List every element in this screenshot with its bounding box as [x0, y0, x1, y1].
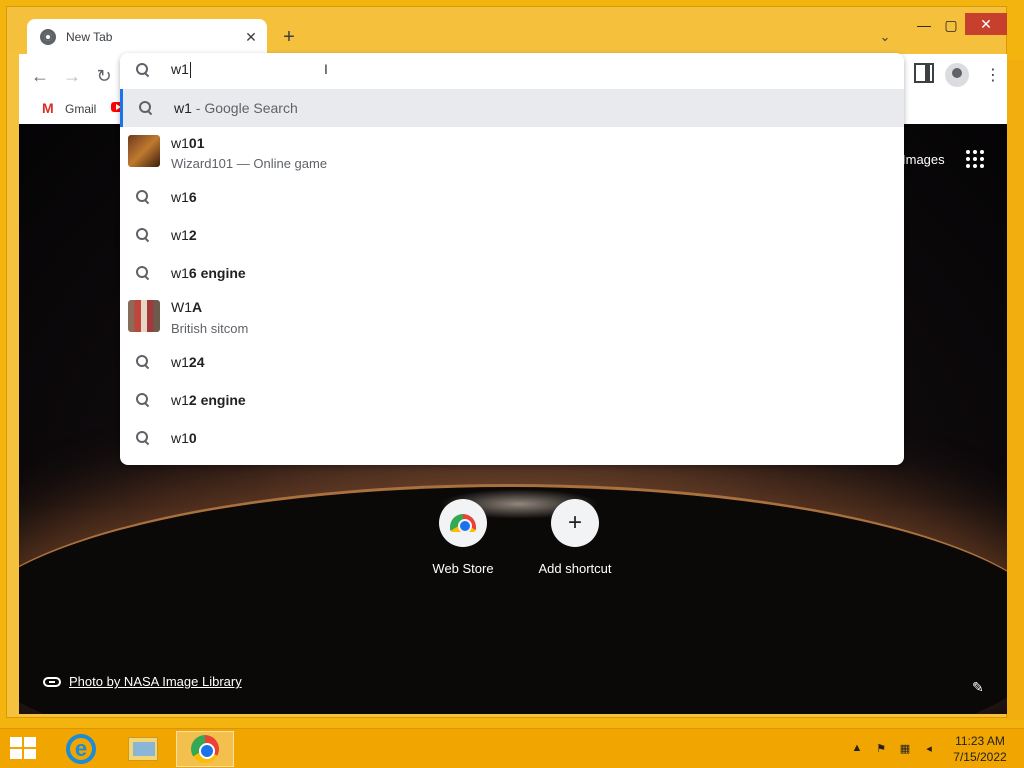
show-hidden-icons-icon[interactable]: ▲: [850, 741, 864, 755]
close-icon[interactable]: ✕: [241, 27, 261, 47]
search-icon: [136, 355, 150, 369]
plus-icon: +: [567, 509, 582, 536]
desktop-edge: [1006, 60, 1024, 720]
taskbar-clock[interactable]: 11:23 AM 7/15/2022: [944, 733, 1016, 765]
suggestion-text: W1A: [171, 299, 203, 315]
search-icon: [136, 63, 150, 77]
search-icon: [136, 266, 150, 280]
tab-new-tab[interactable]: New Tab ✕: [27, 19, 267, 55]
images-link[interactable]: Images: [902, 152, 945, 167]
network-icon[interactable]: ▦: [898, 741, 912, 755]
suggestion-row[interactable]: w10: [120, 419, 904, 457]
omnibox-input[interactable]: w1: [171, 61, 191, 79]
text-cursor-icon: I: [324, 61, 328, 77]
suggestion-text: w101: [171, 135, 205, 151]
suggestion-text: w12 engine: [171, 392, 246, 408]
apps-grid-icon[interactable]: [966, 150, 984, 168]
photo-credit-text: Photo by NASA Image Library: [69, 674, 242, 689]
customize-pencil-icon[interactable]: ✎: [972, 679, 984, 696]
chrome-favicon-icon: [40, 29, 56, 45]
web-store-icon: [450, 514, 476, 533]
w1a-thumbnail: [128, 300, 160, 332]
suggestion-text: w1 - Google Search: [174, 100, 298, 116]
chrome-icon: [191, 735, 219, 763]
shortcut-tile: [439, 499, 487, 547]
windows-start-icon[interactable]: [10, 737, 38, 761]
title-bar: New Tab ✕ + ⌄ — ▢ ✕: [7, 7, 1007, 55]
shortcut-web-store[interactable]: Web Store: [418, 499, 508, 576]
shortcut-add[interactable]: + Add shortcut: [530, 499, 620, 576]
suggestion-row[interactable]: w16 engine: [120, 254, 904, 292]
search-icon: [136, 228, 150, 242]
suggestion-row[interactable]: w101 Wizard101 — Online game: [120, 127, 904, 175]
folder-icon: [128, 737, 158, 761]
shortcut-label: Web Store: [432, 561, 494, 576]
search-icon: [136, 393, 150, 407]
taskbar: e ▲ ⚑ ▦ ◂ 11:23 AM 7/15/2022: [0, 728, 1024, 768]
suggestion-text: w16 engine: [171, 265, 246, 281]
suggestion-row[interactable]: w124: [120, 343, 904, 381]
suggestion-text: w16: [171, 189, 197, 205]
reload-icon[interactable]: ↻: [92, 64, 116, 88]
omnibox-input-row[interactable]: w1 I: [120, 53, 904, 89]
suggestion-row[interactable]: W1A British sitcom: [120, 292, 904, 340]
gmail-icon: [41, 100, 57, 116]
internet-explorer-taskbar-button[interactable]: e: [52, 731, 110, 767]
kebab-menu-icon[interactable]: ⋮: [985, 63, 1001, 87]
link-icon: [43, 676, 61, 687]
suggestion-text: w12: [171, 227, 197, 243]
shortcut-tile: +: [551, 499, 599, 547]
suggestion-row[interactable]: w16: [120, 178, 904, 216]
minimize-button[interactable]: —: [913, 13, 935, 37]
window-close-button[interactable]: ✕: [965, 13, 1007, 35]
clock-time: 11:23 AM: [955, 734, 1005, 748]
omnibox-dropdown: w1 I w1 - Google Search w101 Wizard101 —…: [120, 53, 904, 465]
tab-title: New Tab: [66, 30, 113, 44]
system-tray: ▲ ⚑ ▦ ◂: [850, 741, 936, 755]
tab-search-chevron-icon[interactable]: ⌄: [875, 27, 895, 47]
profile-avatar-icon[interactable]: [945, 63, 969, 87]
forward-arrow-icon[interactable]: →: [60, 64, 84, 88]
volume-muted-icon[interactable]: ◂: [922, 741, 936, 755]
bookmark-gmail[interactable]: Gmail: [41, 100, 97, 116]
back-arrow-icon[interactable]: ←: [28, 64, 52, 88]
file-explorer-taskbar-button[interactable]: [114, 731, 172, 767]
new-tab-button[interactable]: +: [277, 25, 301, 49]
suggestion-row[interactable]: w12: [120, 216, 904, 254]
suggestion-row[interactable]: w1 - Google Search: [120, 89, 904, 127]
action-center-flag-icon[interactable]: ⚑: [874, 741, 888, 755]
search-icon: [139, 101, 153, 115]
wizard101-thumbnail: [128, 135, 160, 167]
photo-credit-link[interactable]: Photo by NASA Image Library: [43, 674, 242, 689]
suggestion-text: w124: [171, 354, 205, 370]
chrome-taskbar-button[interactable]: [176, 731, 234, 767]
maximize-button[interactable]: ▢: [940, 13, 962, 37]
suggestion-subtitle: British sitcom: [171, 321, 249, 336]
suggestion-text: w10: [171, 430, 197, 446]
search-icon: [136, 431, 150, 445]
shortcut-label: Add shortcut: [538, 561, 612, 576]
suggestion-row[interactable]: w12 engine: [120, 381, 904, 419]
clock-date: 7/15/2022: [953, 750, 1007, 764]
search-icon: [136, 190, 150, 204]
bookmark-label: Gmail: [65, 102, 97, 116]
side-panel-icon[interactable]: [914, 63, 934, 83]
suggestion-subtitle: Wizard101 — Online game: [171, 156, 328, 171]
internet-explorer-icon: e: [66, 734, 96, 764]
